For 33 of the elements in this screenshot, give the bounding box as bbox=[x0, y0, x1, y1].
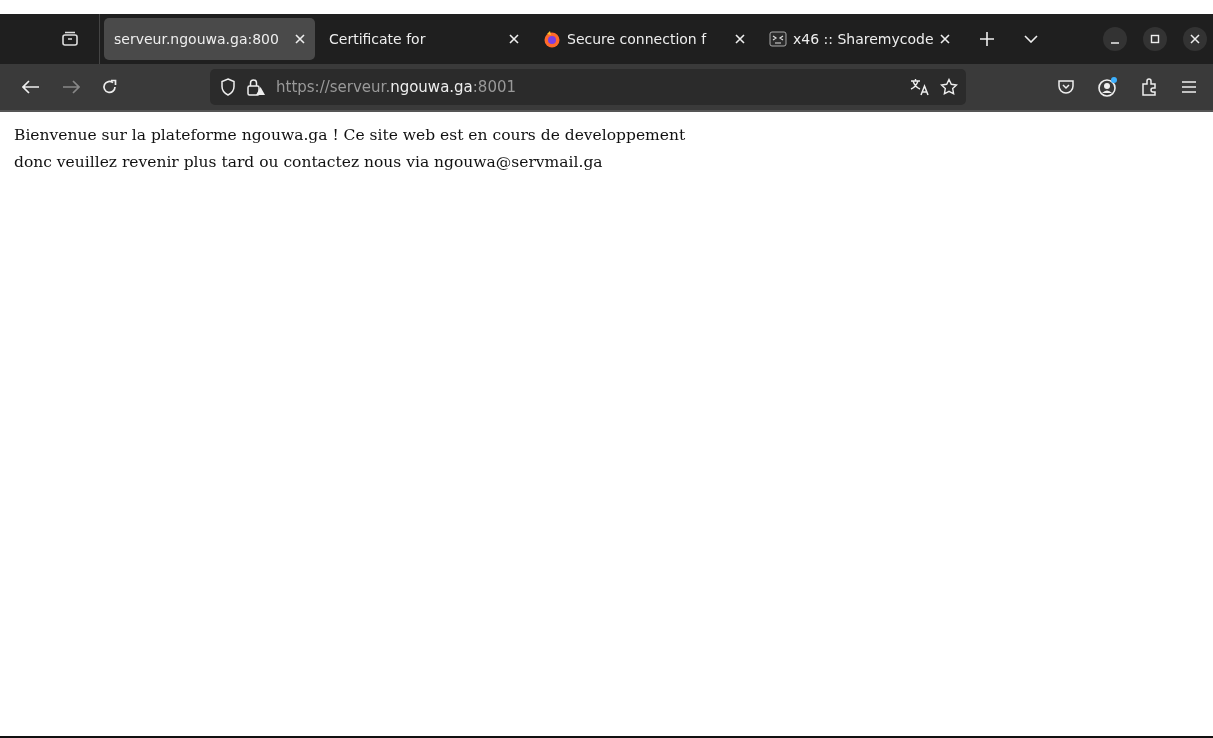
address-bar[interactable]: https://serveur.ngouwa.ga:8001 bbox=[210, 69, 966, 105]
browser-tab[interactable]: x46 :: Sharemycode bbox=[759, 18, 960, 60]
page-text: Bienvenue sur la plateforme ngouwa.ga ! Ce site web est en cours de developpement bbox=[14, 125, 686, 146]
close-icon[interactable] bbox=[509, 34, 519, 44]
lock-warning-icon[interactable] bbox=[246, 78, 266, 96]
tab-list-icon[interactable] bbox=[60, 31, 79, 47]
star-icon[interactable] bbox=[940, 78, 958, 96]
shield-icon[interactable] bbox=[220, 78, 236, 96]
extensions-icon[interactable] bbox=[1141, 78, 1159, 96]
browser-tab[interactable]: Certificate for bbox=[319, 18, 529, 60]
close-button[interactable] bbox=[1183, 27, 1207, 51]
close-icon[interactable] bbox=[939, 34, 950, 44]
maximize-icon bbox=[1150, 34, 1160, 44]
minimize-button[interactable] bbox=[1103, 27, 1127, 51]
close-icon bbox=[1190, 34, 1200, 44]
terminal-icon bbox=[769, 30, 787, 48]
maximize-button[interactable] bbox=[1143, 27, 1167, 51]
menu-icon[interactable] bbox=[1181, 80, 1197, 94]
forward-icon[interactable] bbox=[62, 80, 80, 94]
close-icon[interactable] bbox=[295, 34, 305, 44]
browser-tab[interactable]: Secure connection f bbox=[533, 18, 755, 60]
minimize-icon bbox=[1110, 42, 1120, 44]
close-icon[interactable] bbox=[735, 34, 745, 44]
chevron-down-icon[interactable] bbox=[1023, 35, 1038, 43]
url-text: https://serveur.ngouwa.ga:8001 bbox=[276, 78, 517, 96]
account-icon[interactable] bbox=[1097, 76, 1119, 98]
back-icon[interactable] bbox=[22, 80, 40, 94]
page-text: donc veuillez revenir plus tard ou contactez nous via ngouwa@servmail.ga bbox=[14, 152, 603, 173]
reload-icon[interactable] bbox=[102, 79, 118, 95]
browser-tab[interactable]: serveur.ngouwa.ga:800 bbox=[104, 18, 315, 60]
new-tab-icon[interactable] bbox=[979, 32, 994, 46]
translate-icon[interactable] bbox=[910, 78, 930, 96]
pocket-icon[interactable] bbox=[1057, 79, 1075, 95]
